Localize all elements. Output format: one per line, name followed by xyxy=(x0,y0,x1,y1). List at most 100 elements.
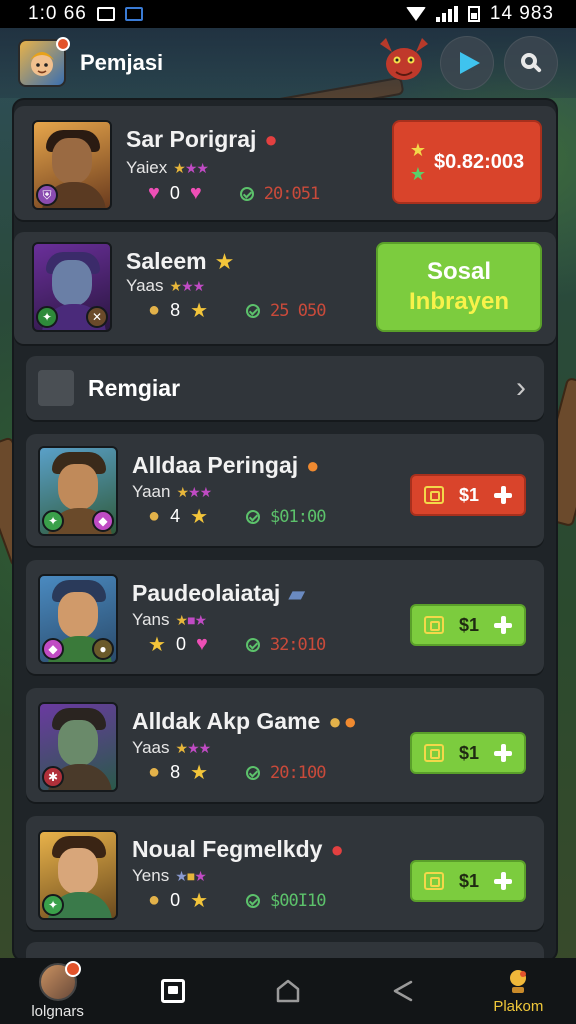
game-name-text: Saleem xyxy=(126,248,207,274)
stat-value: 4 xyxy=(170,506,181,526)
game-stats: ★ 0 ♥ 32:010 xyxy=(148,632,326,657)
cta-line-1: Sosal xyxy=(426,258,492,285)
plus-icon xyxy=(494,744,512,762)
check-icon xyxy=(246,765,261,780)
game-subtitle: Yaas ★★★ xyxy=(132,738,211,758)
list-item[interactable]: ✦ ◆ Alldaa Peringaj ● Yaan ★★★ ● 4 ★ $01:0… xyxy=(26,434,544,546)
battery-icon xyxy=(467,6,480,22)
status-bar: 1:0 66 14 983 xyxy=(0,0,576,28)
ticket-icon xyxy=(424,872,444,890)
game-name: Saleem ★ xyxy=(126,248,234,275)
star-icon: ★ xyxy=(214,249,235,274)
buy-button[interactable]: $1 xyxy=(410,860,526,902)
profile-avatar-icon xyxy=(38,960,81,1001)
game-stats: ● 0 ★ $00I10 xyxy=(148,888,326,913)
leaf-badge-icon: ✦ xyxy=(42,894,64,916)
list-item[interactable]: ✱ Alldak Akp Game ●● Yaas ★★★ ● 8 ★ 20:100… xyxy=(26,688,544,802)
featured-card-2[interactable]: ✦ ✕ Saleem ★ Yaas ★★★ ● 8 ★ 25 050 Sosal I… xyxy=(14,232,556,344)
leaf-badge-icon: ✦ xyxy=(36,306,58,328)
status-right-text: 14 983 xyxy=(489,3,554,24)
fire-ball-icon: ● xyxy=(330,837,344,862)
game-name: Alldak Akp Game ●● xyxy=(132,708,357,735)
featured-action-button[interactable]: Sosal Inbrayen xyxy=(376,242,542,332)
price-label: $1 xyxy=(458,742,480,763)
rune-badge-icon: ✱ xyxy=(42,766,64,788)
stat-value: 8 xyxy=(170,762,181,782)
featured-card-1[interactable]: ⛨ Sar Porigraj ● Yaiex ★★★ ♥ 0 ♥ 20:051 ★ … xyxy=(14,106,556,220)
buy-button[interactable]: $1 xyxy=(410,474,526,516)
section-title: Remgiar xyxy=(88,374,181,401)
game-stats: ● 8 ★ 25 050 xyxy=(148,298,326,323)
time-remaining: 20:100 xyxy=(270,762,326,783)
star-icon: ★ xyxy=(190,890,209,912)
game-subtitle: Yaas ★★★ xyxy=(126,276,205,296)
game-name-text: Sar Porigraj xyxy=(126,126,257,152)
game-subtitle: Yaiex ★★★ xyxy=(126,158,209,178)
stat-value: 8 xyxy=(170,300,181,320)
leaf-badge-icon: ✦ xyxy=(42,510,64,532)
time-remaining: 25 050 xyxy=(270,300,326,321)
buy-button[interactable]: $1 xyxy=(410,604,526,646)
star-icon-2: ★ xyxy=(190,300,209,322)
heart-gem-icon: ♥ xyxy=(195,633,208,655)
search-button[interactable] xyxy=(504,36,558,90)
game-thumbnail: ✦ xyxy=(38,830,118,920)
nav-label: lolgnars xyxy=(31,1002,84,1020)
game-subtitle: Yens ★■★ xyxy=(132,866,207,886)
buy-button[interactable]: $1 xyxy=(410,732,526,774)
nav-profile[interactable]: lolgnars xyxy=(8,958,108,1024)
game-name-text: Paudeolaiataj xyxy=(132,580,281,606)
user-avatar[interactable] xyxy=(18,37,70,87)
rating-stars-icon: ★★★ xyxy=(176,484,212,500)
star-icon: ★ xyxy=(409,140,427,160)
signal-icon xyxy=(435,6,458,22)
game-name-text: Noual Fegmelkdy xyxy=(132,836,323,862)
game-subtitle: Yaan ★★★ xyxy=(132,482,212,502)
cta-line-2: Inbrayen xyxy=(408,288,510,315)
subtitle-text: Yaan xyxy=(132,482,171,501)
nav-cards[interactable] xyxy=(123,958,223,1024)
wifi-icon xyxy=(405,7,426,21)
plus-icon xyxy=(494,872,512,890)
section-header[interactable]: Remgiar › xyxy=(26,356,544,420)
list-item[interactable]: ✦ Noual Fegmelkdy ● Yens ★■★ ● 0 ★ $00I10 … xyxy=(26,816,544,930)
play-button[interactable] xyxy=(440,36,494,90)
game-stats: ♥ 0 ♥ 20:051 xyxy=(148,182,320,205)
time-remaining: 20:051 xyxy=(263,183,320,204)
ticket-icon xyxy=(424,486,444,504)
nav-rewards[interactable]: Plakom xyxy=(468,958,568,1024)
featured-price-button[interactable]: ★ ★ $0.82:003 xyxy=(392,120,542,204)
nav-share[interactable] xyxy=(353,958,453,1024)
coin-icon: ● xyxy=(148,299,161,321)
subtitle-text: Yaas xyxy=(126,276,164,295)
game-subtitle: Yans ★■★ xyxy=(132,610,208,630)
game-list-panel: ⛨ Sar Porigraj ● Yaiex ★★★ ♥ 0 ♥ 20:051 ★ … xyxy=(14,100,556,960)
subtitle-text: Yans xyxy=(132,610,170,629)
fire-ball-icon: ● xyxy=(264,127,278,152)
dragon-mascot-icon xyxy=(380,38,428,80)
home-icon xyxy=(276,979,300,1003)
play-icon xyxy=(459,52,480,74)
game-name-text: Alldak Akp Game xyxy=(132,708,321,734)
subtitle-text: Yens xyxy=(132,866,170,885)
coin-icon: ● xyxy=(148,889,161,911)
rating-stars-icon: ★■★ xyxy=(175,612,208,628)
game-name-text: Alldaa Peringaj xyxy=(132,452,299,478)
shield-badge-icon: ⛨ xyxy=(36,184,58,206)
bottom-navigation: lolgnars Plakom xyxy=(0,958,576,1024)
game-thumbnail: ✦ ◆ xyxy=(38,446,118,536)
rainbow-star-icon: ★ xyxy=(409,164,427,184)
list-item[interactable]: ◆ ● Paudeolaiataj ▰ Yans ★■★ ★ 0 ♥ 32:010 … xyxy=(26,560,544,674)
trophy-icon xyxy=(510,969,527,993)
app-notification-icon xyxy=(124,7,143,21)
ticket-icon xyxy=(424,744,444,762)
coin-icon: ● xyxy=(148,505,161,527)
nav-home[interactable] xyxy=(238,958,338,1024)
game-thumbnail: ◆ ● xyxy=(38,574,118,664)
game-name: Paudeolaiataj ▰ xyxy=(132,580,305,607)
stat-value: 0 xyxy=(175,634,186,654)
section-avatar-icon xyxy=(38,370,74,406)
nav-label: Plakom xyxy=(493,997,544,1015)
subtitle-text: Yaas xyxy=(132,738,170,757)
heart-gem-icon-2: ♥ xyxy=(189,182,202,204)
